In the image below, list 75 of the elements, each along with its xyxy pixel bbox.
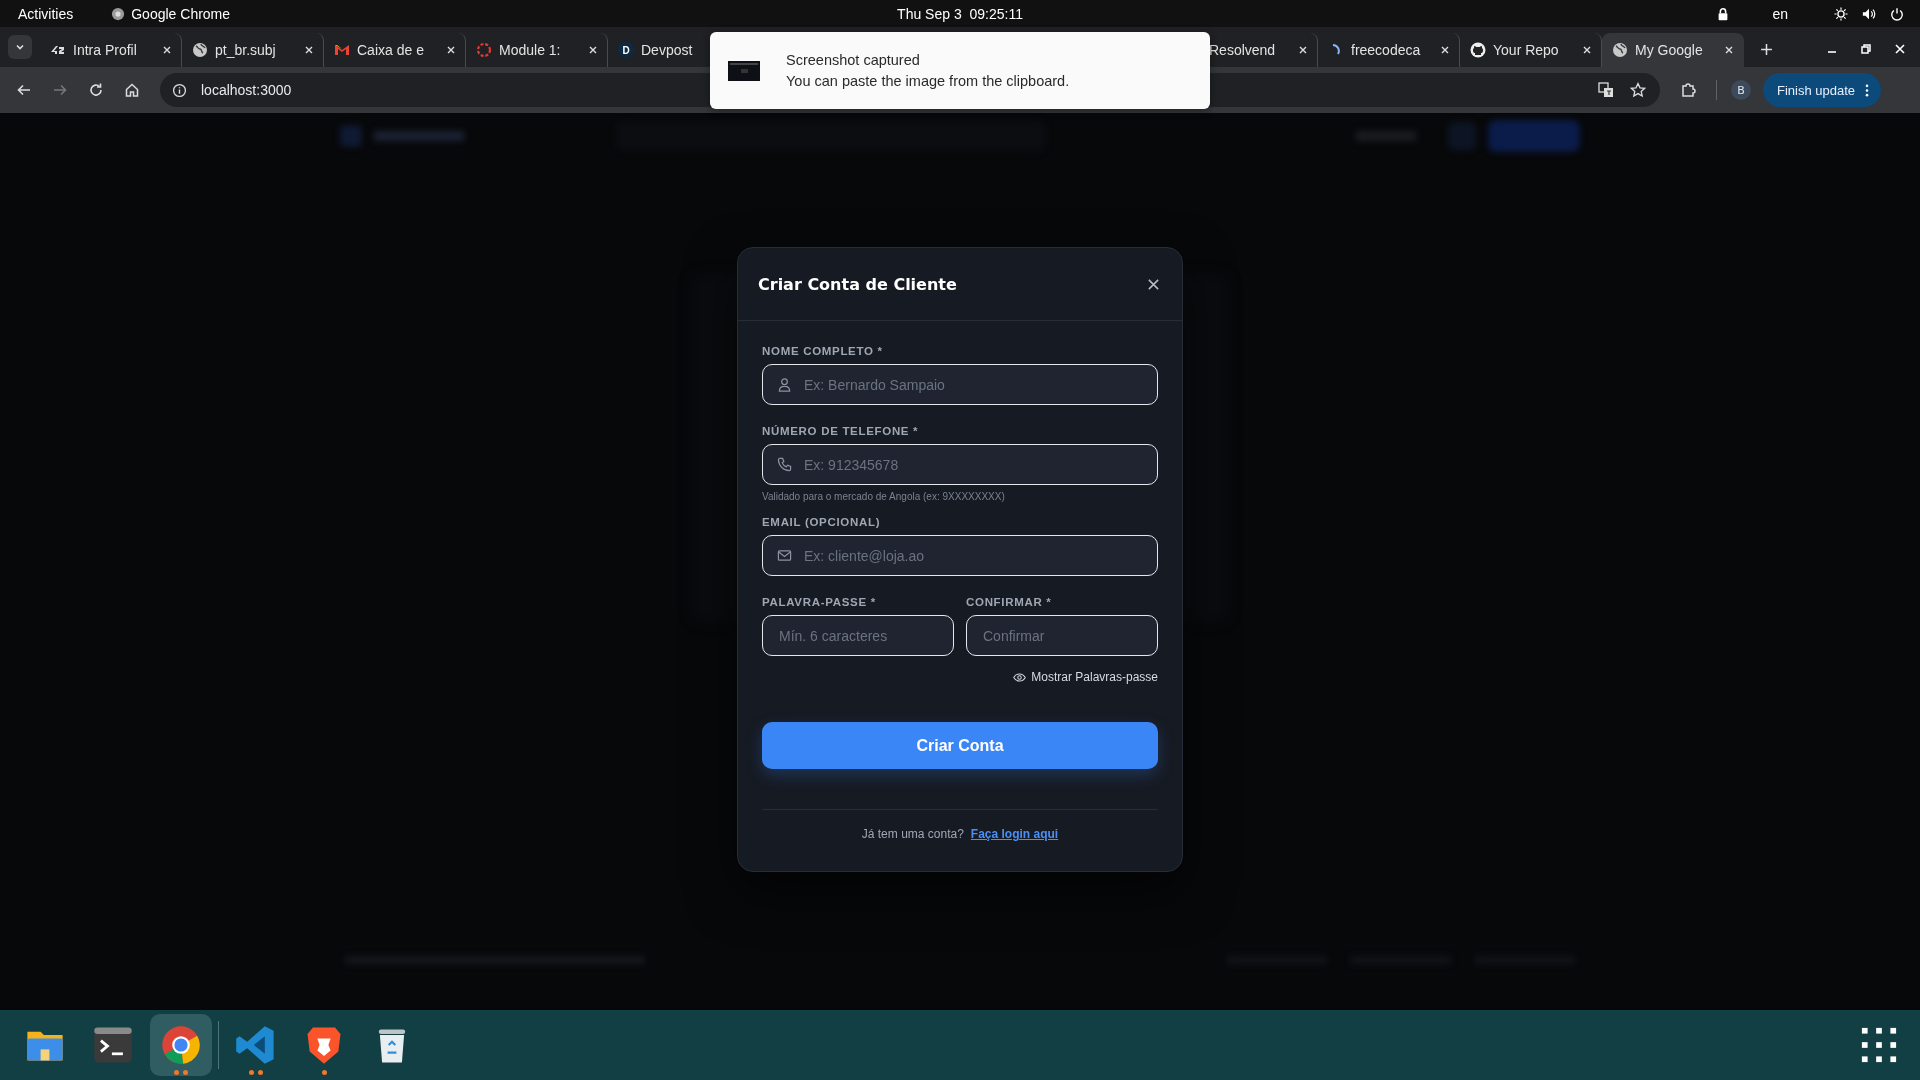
cat-logo-icon: [1470, 42, 1486, 58]
notification[interactable]: Screenshot captured You can paste the image from the clipboard.: [710, 32, 1210, 109]
ring-icon: [476, 42, 492, 58]
field-label: PALAVRA-PASSE *: [762, 596, 877, 608]
create-account-button[interactable]: Criar Conta: [762, 722, 1158, 769]
tab-title: Your Repo: [1493, 42, 1560, 58]
chrome-icon: [111, 6, 126, 21]
field-hint: Validado para o mercado de Angola (ex: 9XXXXXXXX): [762, 491, 1006, 502]
tab-title: Resolvend: [1209, 42, 1277, 58]
app-name[interactable]: Google Chrome: [131, 5, 231, 22]
back-icon[interactable]: [16, 82, 32, 98]
close-icon[interactable]: [1297, 44, 1309, 56]
field-label: CONFIRMAR *: [966, 596, 1053, 608]
login-link[interactable]: Faça login aqui: [970, 827, 1059, 841]
tab-title: freecodeca: [1351, 42, 1422, 58]
notification-body: You can paste the image from the clipboard.: [786, 73, 1070, 89]
close-icon[interactable]: [1147, 277, 1160, 291]
close-icon[interactable]: [1439, 44, 1451, 56]
globe-icon: [1612, 42, 1628, 58]
reload-icon[interactable]: [88, 82, 104, 98]
envelope-icon: [777, 548, 792, 563]
envelope-icon: [334, 42, 350, 58]
field-label: NOME COMPLETO *: [762, 345, 884, 357]
notification-title: Screenshot captured: [786, 52, 921, 68]
profile-avatar[interactable]: B: [1731, 80, 1751, 100]
show-passwords-toggle[interactable]: Mostrar Palavras-passe: [1013, 670, 1158, 684]
globe-icon: [192, 42, 208, 58]
field-label: NÚMERO DE TELEFONE *: [762, 425, 920, 437]
login-prompt: Já tem uma conta?: [861, 827, 964, 841]
more-icon[interactable]: [1865, 83, 1870, 97]
star-icon[interactable]: [1630, 82, 1646, 98]
browser-tab[interactable]: My Google: [1602, 33, 1744, 67]
restore-icon[interactable]: [1860, 43, 1872, 55]
tab-title: Devpost: [641, 42, 694, 58]
chrome-dock-icon[interactable]: [150, 1014, 212, 1076]
tab-title: My Google: [1635, 42, 1704, 58]
loading-icon: [1332, 44, 1340, 56]
finish-update-button[interactable]: Finish update: [1763, 73, 1882, 107]
phone-icon: [777, 457, 792, 472]
input-field[interactable]: Ex: cliente@loja.ao: [762, 535, 1158, 576]
brightness-icon[interactable]: [1834, 6, 1848, 21]
tab-title: pt_br.subj: [215, 42, 277, 58]
close-icon[interactable]: [445, 44, 457, 56]
person-icon: [777, 377, 792, 392]
password-field[interactable]: Confirmar: [966, 615, 1158, 656]
eye-icon: [1013, 672, 1027, 682]
info-icon: [172, 82, 187, 98]
tab-search-button[interactable]: [8, 35, 32, 59]
close-icon[interactable]: [161, 44, 173, 56]
logo-icon: D: [618, 42, 634, 58]
activities-button[interactable]: Activities: [18, 5, 74, 22]
field-label: EMAIL (OPCIONAL): [762, 516, 882, 528]
power-icon[interactable]: [1890, 6, 1904, 21]
screenshot-thumbnail-icon: [728, 60, 760, 81]
input-field[interactable]: Ex: Bernardo Sampaio: [762, 364, 1158, 405]
translate-icon[interactable]: [1598, 82, 1614, 98]
close-icon[interactable]: [303, 44, 315, 56]
volume-icon[interactable]: [1862, 6, 1876, 21]
home-icon[interactable]: [124, 82, 140, 98]
dialog-title: Criar Conta de Cliente: [758, 274, 957, 294]
new-tab-icon[interactable]: [1760, 43, 1773, 56]
input-field[interactable]: Ex: 912345678: [762, 444, 1158, 485]
forward-icon[interactable]: [52, 82, 68, 98]
tab-title: Caixa de e: [357, 42, 425, 58]
close-icon[interactable]: [587, 44, 599, 56]
close-icon[interactable]: [1581, 44, 1593, 56]
clock[interactable]: Thu Sep 3 09:25:11: [897, 5, 1023, 22]
close-icon[interactable]: [1723, 44, 1735, 56]
password-field[interactable]: Mín. 6 caracteres: [762, 615, 954, 656]
url-text: localhost:3000: [201, 82, 292, 98]
puzzle-icon[interactable]: [1680, 82, 1696, 98]
tab-title: Module 1:: [499, 42, 562, 58]
language-indicator[interactable]: en: [1772, 5, 1788, 22]
tab-title: Intra Profil: [73, 42, 138, 58]
app-grid-icon[interactable]: [1860, 1026, 1898, 1064]
